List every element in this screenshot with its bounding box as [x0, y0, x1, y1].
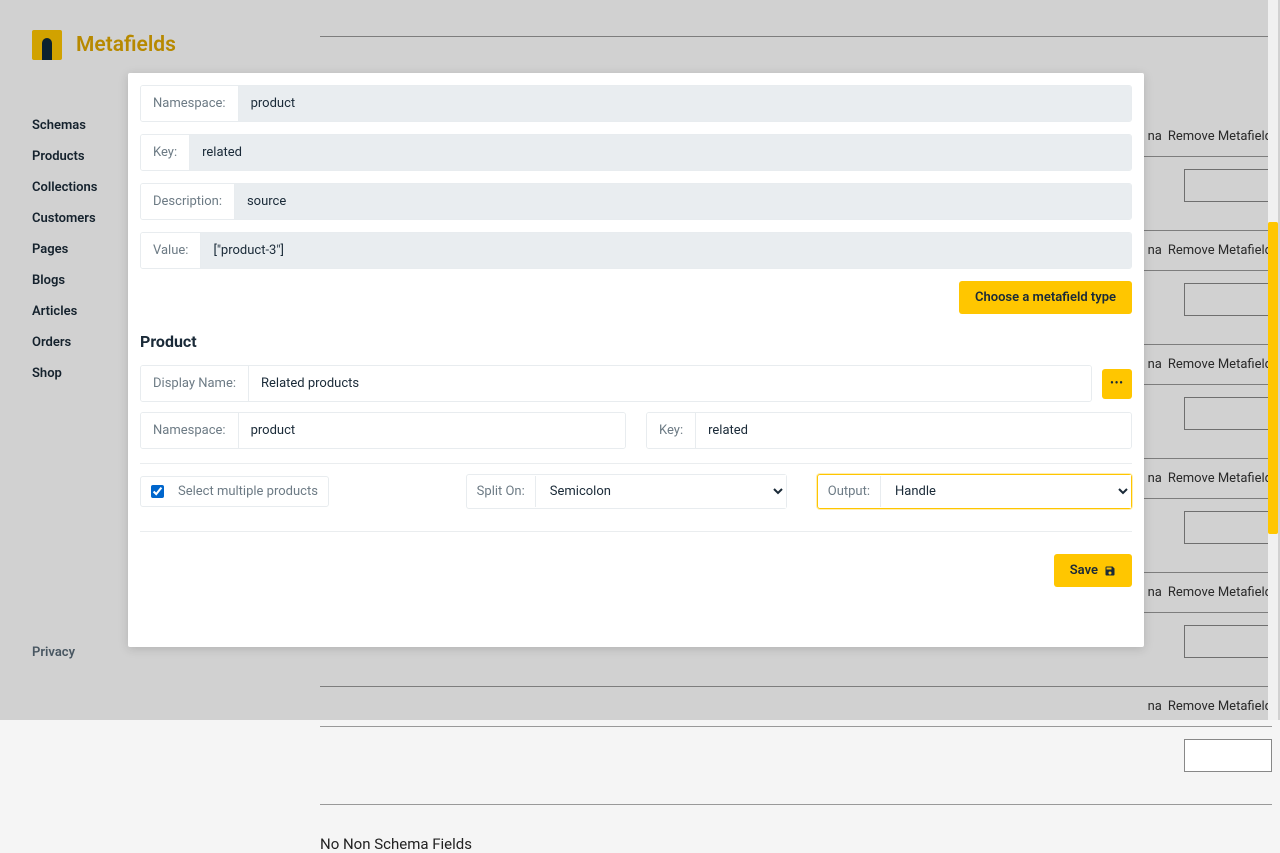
display-name-label: Display Name:: [141, 366, 249, 401]
metafield-modal: Namespace: Key: Description: Value: Choo…: [128, 73, 1144, 647]
split-on-group: Split On: Semicolon: [466, 474, 787, 509]
value-field: Value:: [140, 232, 1132, 269]
value-input[interactable]: [201, 233, 1131, 268]
section-title: Product: [140, 332, 1132, 351]
ellipsis-icon: •••: [1110, 378, 1124, 389]
description-input[interactable]: [235, 184, 1131, 219]
key-field: Key:: [140, 134, 1132, 171]
display-name-input[interactable]: [249, 366, 1091, 401]
scrollbar-thumb[interactable]: [1268, 222, 1278, 534]
multi-products-checkbox[interactable]: [151, 485, 164, 498]
namespace-input[interactable]: [239, 86, 1131, 121]
options-row: Select multiple products Split On: Semic…: [140, 463, 1132, 532]
output-select[interactable]: Handle: [881, 475, 1131, 508]
split-on-label: Split On:: [467, 476, 536, 507]
key2-field: Key:: [646, 412, 1132, 449]
output-label: Output:: [818, 476, 881, 507]
more-options-button[interactable]: •••: [1102, 369, 1132, 399]
multi-products-label: Select multiple products: [178, 484, 318, 499]
description-label: Description:: [141, 184, 235, 219]
save-button[interactable]: Save: [1054, 554, 1132, 587]
namespace2-input[interactable]: [239, 413, 625, 448]
output-group: Output: Handle: [817, 474, 1132, 509]
key-input[interactable]: [190, 135, 1131, 170]
namespace2-field: Namespace:: [140, 412, 626, 449]
description-field: Description:: [140, 183, 1132, 220]
divider: [320, 804, 1272, 805]
namespace-label: Namespace:: [141, 86, 239, 121]
metafield-input[interactable]: [1184, 739, 1272, 772]
display-name-field: Display Name:: [140, 365, 1092, 402]
value-label: Value:: [141, 233, 201, 268]
namespace-field: Namespace:: [140, 85, 1132, 122]
multi-products-checkbox-wrap[interactable]: Select multiple products: [140, 476, 329, 507]
key2-label: Key:: [647, 413, 696, 448]
metafield-input-row: [320, 727, 1272, 800]
split-on-select[interactable]: Semicolon: [536, 475, 786, 508]
save-label: Save: [1070, 563, 1098, 578]
no-schema-text: No Non Schema Fields: [320, 835, 1272, 853]
save-icon: [1104, 565, 1116, 577]
choose-type-button[interactable]: Choose a metafield type: [959, 281, 1132, 314]
key2-input[interactable]: [696, 413, 1131, 448]
namespace2-label: Namespace:: [141, 413, 239, 448]
key-label: Key:: [141, 135, 190, 170]
